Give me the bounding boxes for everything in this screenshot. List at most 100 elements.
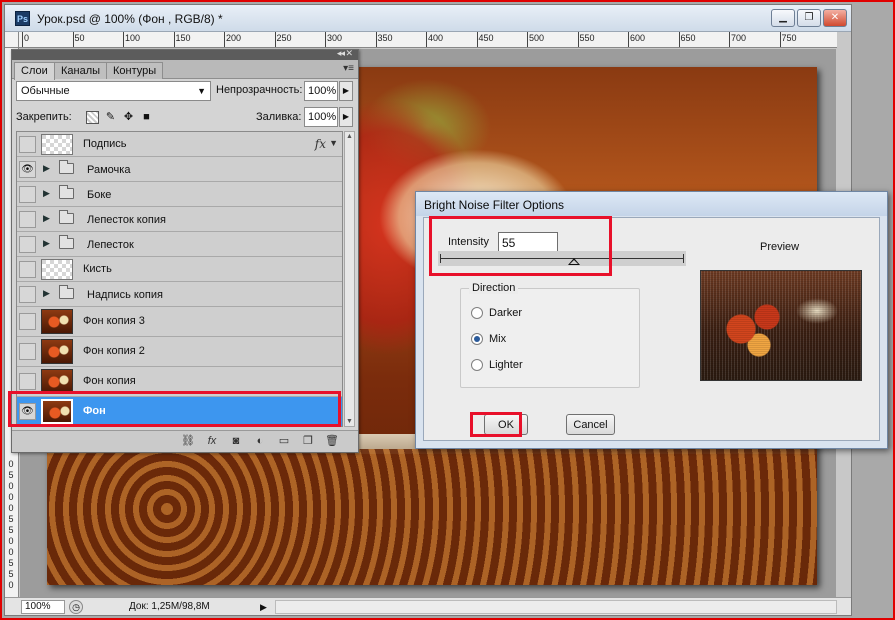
panel-menu-icon[interactable]: ▾≡ <box>343 63 354 74</box>
radio-lighter[interactable]: Lighter <box>471 357 523 373</box>
close-button[interactable]: ✕ <box>823 9 847 27</box>
fill-field[interactable]: 100% <box>304 107 338 127</box>
blend-mode-select[interactable]: Обычные ▼ <box>16 81 211 101</box>
expand-triangle-icon[interactable]: ▶ <box>43 238 50 249</box>
ruler-tick-label: 5 <box>8 525 14 535</box>
layer-row[interactable]: ▶ Лепесток копия <box>17 207 342 232</box>
visibility-toggle[interactable] <box>19 236 36 253</box>
layer-row[interactable]: 👁 ▶ Рамочка <box>17 157 342 182</box>
radio-lighter-button[interactable] <box>471 359 483 371</box>
status-info-icon[interactable]: ◷ <box>69 600 83 614</box>
ruler-tick-label: 450 <box>478 33 494 43</box>
visibility-toggle[interactable] <box>19 313 36 330</box>
layer-row[interactable]: Подпись fx ▼ <box>17 132 342 157</box>
ruler-tick-label: 5 <box>8 569 14 579</box>
layer-row[interactable]: ▶ Лепесток <box>17 232 342 257</box>
expand-triangle-icon[interactable]: ▶ <box>43 188 50 199</box>
layer-row[interactable]: 👁 Фон <box>17 397 342 426</box>
visibility-toggle[interactable] <box>19 373 36 390</box>
expand-triangle-icon[interactable]: ▶ <box>43 163 50 174</box>
lock-all-icon[interactable]: ■ <box>140 111 153 124</box>
layer-thumbnail[interactable] <box>41 259 73 280</box>
ruler-origin[interactable] <box>5 32 19 48</box>
fill-slider-arrow-icon[interactable]: ▶ <box>339 107 353 127</box>
layer-thumbnail[interactable] <box>41 339 73 364</box>
layer-thumbnail[interactable] <box>41 134 73 155</box>
visibility-toggle[interactable] <box>19 136 36 153</box>
fx-icon[interactable]: fx <box>204 434 220 448</box>
layer-row[interactable]: Фон копия <box>17 367 342 397</box>
tab-layers[interactable]: Слои <box>14 62 55 80</box>
eye-icon[interactable]: 👁 <box>19 403 36 420</box>
panel-header-bar[interactable]: ◂◂ ✕ <box>12 48 358 60</box>
intensity-slider-thumb[interactable] <box>568 258 580 265</box>
opacity-field[interactable]: 100% <box>304 81 338 101</box>
direction-group: Direction Darker Mix Lighter <box>460 282 640 388</box>
layers-scrollbar[interactable]: ▲ ▼ <box>344 131 355 427</box>
opacity-slider-arrow-icon[interactable]: ▶ <box>339 81 353 101</box>
ruler-tick-label: 0 <box>8 547 14 557</box>
layer-name: Кисть <box>83 263 112 275</box>
restore-button[interactable]: ❐ <box>797 9 821 27</box>
status-menu-arrow-icon[interactable]: ▶ <box>260 600 270 614</box>
scroll-down-icon[interactable]: ▼ <box>346 418 353 425</box>
horizontal-ruler[interactable]: 0 50 100 150 200 250 300 350 400 450 500 550 600 650 7… <box>19 32 837 48</box>
zoom-level-field[interactable]: 100% <box>21 600 65 614</box>
layer-row[interactable]: ▶ Надпись копия <box>17 282 342 307</box>
layer-row[interactable]: ▶ Боке <box>17 182 342 207</box>
layer-name: Надпись копия <box>87 289 163 301</box>
effects-expand-icon[interactable]: ▼ <box>329 138 338 148</box>
ruler-tick <box>72 32 74 47</box>
cancel-button[interactable]: Cancel <box>566 414 615 435</box>
horizontal-scrollbar[interactable] <box>275 600 837 614</box>
layer-row[interactable]: Фон копия 3 <box>17 307 342 337</box>
radio-mix[interactable]: Mix <box>471 331 506 347</box>
visibility-toggle[interactable] <box>19 186 36 203</box>
eye-icon[interactable]: 👁 <box>19 161 36 178</box>
blend-mode-value: Обычные <box>21 85 70 97</box>
minimize-button[interactable]: ▁ <box>771 9 795 27</box>
ruler-tick <box>729 32 730 47</box>
adjustment-icon[interactable]: ◐ <box>252 434 268 448</box>
intensity-slider[interactable] <box>438 251 686 266</box>
tab-channels[interactable]: Каналы <box>54 62 108 79</box>
radio-mix-button[interactable] <box>471 333 483 345</box>
lock-position-move-icon[interactable]: ✥ <box>122 111 135 124</box>
lock-image-brush-icon[interactable]: ✎ <box>104 111 117 124</box>
link-icon[interactable]: ⛓ <box>180 434 196 448</box>
layer-fx-icon[interactable]: fx <box>315 137 326 151</box>
ruler-tick-label: 200 <box>226 33 242 43</box>
document-titlebar[interactable]: Ps Урок.psd @ 100% (Фон , RGB/8) * ▁ ❐ ✕ <box>5 5 851 32</box>
visibility-toggle[interactable] <box>19 211 36 228</box>
collapse-panel-icon[interactable]: ◂◂ ✕ <box>337 48 353 59</box>
dialog-titlebar[interactable]: Bright Noise Filter Options <box>416 192 887 216</box>
group-icon[interactable]: ▭ <box>276 434 292 448</box>
lock-transparency-icon[interactable] <box>86 111 99 124</box>
scroll-up-icon[interactable]: ▲ <box>346 133 353 140</box>
visibility-toggle[interactable] <box>19 343 36 360</box>
visibility-toggle[interactable] <box>19 286 36 303</box>
new-layer-icon[interactable]: ❐ <box>300 434 316 448</box>
mask-icon[interactable]: ◙ <box>228 434 244 448</box>
ruler-tick-label: 250 <box>276 33 292 43</box>
layer-thumbnail[interactable] <box>41 309 73 334</box>
radio-darker-button[interactable] <box>471 307 483 319</box>
tab-paths[interactable]: Контуры <box>106 62 164 79</box>
layer-name: Фон копия 3 <box>83 315 145 327</box>
layer-name: Фон <box>83 405 106 417</box>
expand-triangle-icon[interactable]: ▶ <box>43 288 50 299</box>
layer-name: Рамочка <box>87 164 131 176</box>
layer-row[interactable]: Фон копия 2 <box>17 337 342 367</box>
ruler-tick-label: 0 <box>8 580 14 590</box>
trash-icon[interactable]: 🗑 <box>324 434 340 448</box>
ok-button[interactable]: OK <box>484 414 528 435</box>
radio-darker[interactable]: Darker <box>471 305 522 321</box>
expand-triangle-icon[interactable]: ▶ <box>43 213 50 224</box>
visibility-toggle[interactable] <box>19 261 36 278</box>
ruler-tick-label: 300 <box>327 33 343 43</box>
layer-thumbnail[interactable] <box>41 369 73 394</box>
layer-row[interactable]: Кисть <box>17 257 342 282</box>
panel-tabs: Слои Каналы Контуры ▾≡ <box>12 60 358 80</box>
layer-thumbnail[interactable] <box>41 399 73 424</box>
radio-mix-label: Mix <box>489 333 507 345</box>
